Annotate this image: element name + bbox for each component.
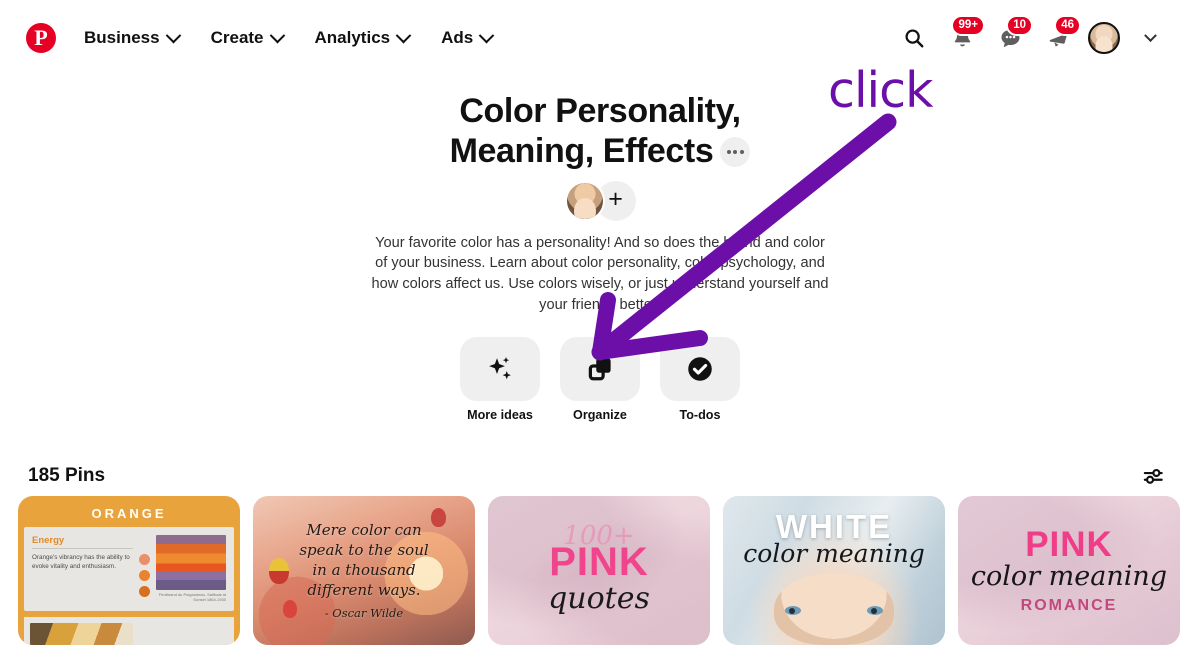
- search-icon: [905, 29, 924, 48]
- pin1-photo-image: [30, 623, 133, 645]
- chevron-down-icon: [269, 27, 285, 43]
- nav-item-ads-label: Ads: [441, 28, 474, 47]
- pin1-heading: Energy: [32, 535, 133, 549]
- nav-item-analytics-label: Analytics: [314, 28, 391, 47]
- ellipsis-icon: [726, 149, 731, 154]
- pin1-header: ORANGE: [91, 506, 167, 521]
- pin-card-oscar-wilde-quote[interactable]: Mere color can speak to the soul in a th…: [253, 496, 475, 645]
- pin1-dot-swatches: [138, 535, 150, 603]
- balloon-decor-icon: [431, 508, 446, 527]
- board-description: Your favorite color has a personality! A…: [371, 234, 829, 313]
- board-title-line-1: Color Personality,: [459, 92, 741, 130]
- account-menu-button[interactable]: [1128, 16, 1172, 60]
- organize-label: Organize: [573, 408, 627, 423]
- pin2-quote-line-1: Mere color can: [306, 520, 422, 539]
- nav-item-create-label: Create: [210, 28, 264, 47]
- board-title-line-2: Meaning, Effects: [449, 131, 714, 170]
- messages-badge: 10: [1006, 15, 1033, 36]
- chevron-down-icon: [478, 27, 495, 43]
- organize-button[interactable]: Organize: [560, 337, 640, 422]
- more-ideas-button[interactable]: More ideas: [460, 337, 540, 422]
- avatar[interactable]: [1088, 22, 1120, 54]
- organize-tile: [560, 337, 640, 402]
- pin5-line-3: ROMANCE: [1020, 596, 1118, 614]
- pins-grid: ORANGE Energy Orange's vibrancy has the …: [18, 496, 1182, 645]
- ellipsis-icon: [733, 149, 738, 154]
- pin1-second-row: [24, 617, 234, 645]
- sparkle-icon: [489, 357, 511, 380]
- board-action-buttons: More ideas Organize To-dos: [0, 337, 1200, 422]
- pin3-line-3: quotes: [548, 581, 650, 617]
- more-ideas-tile: [460, 337, 540, 402]
- updates-button[interactable]: 46: [1036, 15, 1081, 60]
- nav-left-group: P Business Create Analytics Ads: [18, 20, 508, 56]
- todos-button[interactable]: To-dos: [660, 337, 740, 422]
- top-navigation-bar: P Business Create Analytics Ads 99+ 10 4…: [0, 0, 1200, 76]
- collaborator-avatar[interactable]: [564, 180, 605, 221]
- updates-badge: 46: [1054, 15, 1081, 36]
- pin1-text-block: Energy Orange's vibrancy has the ability…: [32, 535, 133, 603]
- pins-section-header: 185 Pins: [0, 457, 1200, 495]
- pin1-body: Energy Orange's vibrancy has the ability…: [24, 527, 234, 611]
- organize-squares-icon: [588, 358, 611, 381]
- nav-item-create[interactable]: Create: [195, 20, 299, 56]
- messages-button[interactable]: 10: [988, 15, 1033, 60]
- pin-card-orange-infographic[interactable]: ORANGE Energy Orange's vibrancy has the …: [18, 496, 240, 645]
- nav-item-analytics[interactable]: Analytics: [299, 20, 426, 56]
- pin4-eye-right: [867, 606, 883, 615]
- pinterest-logo-icon[interactable]: P: [26, 23, 56, 53]
- pin3-line-1: 100+: [563, 520, 635, 551]
- pin1-text: Orange's vibrancy has the ability to evo…: [32, 554, 130, 571]
- todos-label: To-dos: [679, 408, 721, 423]
- balloon-decor-icon: [269, 558, 289, 584]
- pin1-caption: Ferdinand du Puigaudeau, Sailboat at Sun…: [158, 591, 226, 603]
- chevron-down-icon: [395, 27, 412, 43]
- balloon-decor-icon: [283, 600, 297, 618]
- pins-count-label: 185 Pins: [28, 465, 106, 486]
- check-circle-icon: [688, 357, 712, 382]
- more-ideas-label: More ideas: [467, 408, 533, 423]
- nav-item-business[interactable]: Business: [68, 20, 195, 56]
- nav-right-group: 99+ 10 46: [892, 15, 1182, 60]
- notifications-button[interactable]: 99+: [940, 15, 985, 60]
- pin-card-pink-color-meaning[interactable]: PINK color meaning ROMANCE: [958, 496, 1180, 645]
- nav-item-ads[interactable]: Ads: [425, 20, 508, 56]
- sliders-filter-icon: [1143, 468, 1163, 484]
- pin-card-white-color-meaning[interactable]: WHITE color meaning: [723, 496, 945, 645]
- board-options-button[interactable]: [720, 136, 751, 167]
- pin5-line-2: color meaning: [970, 560, 1168, 592]
- todos-tile: [660, 337, 740, 402]
- chevron-down-icon: [1143, 28, 1157, 42]
- pin2-quote-line-2: speak to the soul: [299, 540, 429, 559]
- pin2-quote-line-4: different ways.: [307, 581, 421, 600]
- board-header: Color Personality, Meaning, Effects + Yo…: [0, 76, 1200, 422]
- pin1-artwork-image: [155, 535, 226, 590]
- ellipsis-icon: [740, 149, 745, 154]
- pin4-eye-left: [785, 606, 801, 615]
- notifications-badge: 99+: [951, 15, 985, 36]
- filter-button[interactable]: [1134, 457, 1172, 495]
- chevron-down-icon: [165, 27, 181, 43]
- pin5-line-1: PINK: [1025, 524, 1113, 564]
- pin2-quote: Mere color can speak to the soul in a th…: [299, 520, 428, 622]
- page-title: Color Personality, Meaning, Effects: [435, 92, 765, 172]
- pin4-line-2: color meaning: [743, 539, 925, 568]
- pinterest-board-page: P Business Create Analytics Ads 99+ 10 4…: [0, 0, 1200, 645]
- search-button[interactable]: [892, 16, 936, 60]
- pin-card-pink-quotes[interactable]: 100+ PINK quotes: [488, 496, 710, 645]
- nav-item-business-label: Business: [84, 28, 160, 47]
- pin2-attribution: - Oscar Wilde: [324, 605, 404, 620]
- collaborators-row: +: [0, 180, 1200, 221]
- pin2-quote-line-3: in a thousand: [312, 561, 416, 580]
